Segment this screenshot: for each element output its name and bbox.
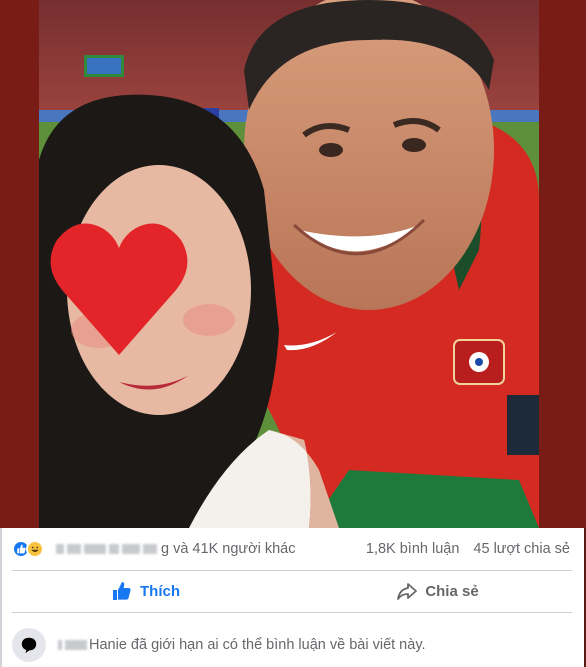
redacted-names [56,544,157,554]
like-button[interactable]: Thích [0,571,292,611]
haha-icon [26,540,44,558]
crest-icon [453,339,505,385]
share-button-label: Chia sẻ [425,582,479,600]
post-actions: Thích Chia sẻ [0,571,584,611]
reaction-summary-text: g và 41K người khác [161,541,296,557]
thumbs-up-icon [113,582,131,600]
divider [12,612,572,613]
comment-restriction-notice: Hanie đã giới hạn ai có thể bình luận về… [0,622,584,667]
post-photo[interactable] [39,0,539,528]
comment-count-link[interactable]: 1,8K bình luận [366,541,460,557]
share-button[interactable]: Chia sẻ [292,571,584,611]
reaction-stats-bar: g và 41K người khác 1,8K bình luận 45 lư… [0,528,584,570]
like-button-label: Thích [140,582,180,600]
reaction-summary[interactable]: g và 41K người khác [12,540,296,558]
redacted-name [58,639,87,650]
comment-bubble-icon [12,627,46,662]
notice-text: Hanie đã giới hạn ai có thể bình luận về… [89,636,426,653]
post-photo-frame [0,0,586,528]
share-arrow-icon [397,583,418,600]
share-count-link[interactable]: 45 lượt chia sẻ [473,541,570,557]
selfie-photo-illustration [39,0,539,528]
